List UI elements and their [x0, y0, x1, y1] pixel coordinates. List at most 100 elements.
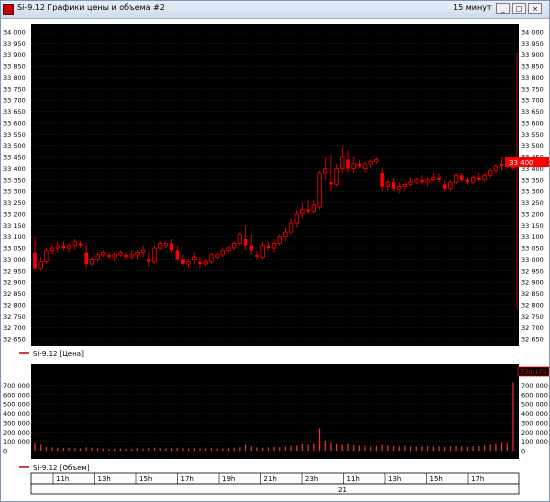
- candle-body[interactable]: [402, 183, 408, 188]
- volume-bar[interactable]: [188, 448, 190, 451]
- candle-body[interactable]: [192, 256, 197, 260]
- candle-body[interactable]: [385, 181, 390, 188]
- volume-bar[interactable]: [495, 443, 497, 452]
- volume-bar[interactable]: [279, 447, 281, 451]
- candle-body[interactable]: [465, 179, 470, 183]
- volume-bar[interactable]: [478, 445, 480, 451]
- candle-body[interactable]: [283, 231, 288, 238]
- volume-bar[interactable]: [148, 448, 150, 451]
- volume-bar[interactable]: [74, 448, 76, 451]
- candle-body[interactable]: [460, 175, 464, 180]
- candle-body[interactable]: [209, 254, 214, 263]
- volume-bar[interactable]: [324, 440, 326, 451]
- candle-body[interactable]: [220, 249, 225, 256]
- volume-bar[interactable]: [318, 428, 321, 452]
- candle-body[interactable]: [493, 165, 499, 172]
- candle-body[interactable]: [107, 254, 111, 258]
- volume-bar[interactable]: [267, 447, 269, 451]
- volume-bar[interactable]: [62, 448, 65, 451]
- candle-body[interactable]: [33, 252, 37, 269]
- candle-body[interactable]: [397, 186, 402, 190]
- volume-bar[interactable]: [506, 443, 508, 451]
- candle-body[interactable]: [471, 177, 476, 183]
- volume-bar[interactable]: [483, 445, 486, 451]
- close-button[interactable]: ×: [528, 3, 542, 14]
- candle-body[interactable]: [101, 252, 106, 256]
- chart-canvas[interactable]: 34 000 34 000 33 950 33 950 33 900 33 900 33 8…: [1, 19, 549, 501]
- volume-bar[interactable]: [114, 448, 116, 451]
- candle-body[interactable]: [158, 243, 163, 249]
- volume-panel[interactable]: [31, 364, 519, 459]
- volume-bar[interactable]: [512, 382, 514, 451]
- volume-bar[interactable]: [233, 447, 235, 451]
- volume-bar[interactable]: [347, 443, 349, 452]
- candle-body[interactable]: [317, 172, 322, 208]
- volume-bar[interactable]: [96, 448, 99, 451]
- volume-bar[interactable]: [472, 446, 474, 451]
- candle-body[interactable]: [237, 233, 243, 244]
- volume-bar[interactable]: [239, 447, 241, 451]
- volume-bar[interactable]: [108, 449, 110, 451]
- candle-body[interactable]: [351, 163, 356, 169]
- volume-bar[interactable]: [432, 446, 434, 452]
- candle-body[interactable]: [203, 261, 208, 265]
- candle-body[interactable]: [44, 249, 49, 263]
- candle-body[interactable]: [186, 261, 191, 265]
- candle-body[interactable]: [288, 222, 294, 233]
- candle-body[interactable]: [323, 168, 328, 174]
- candle-body[interactable]: [294, 213, 299, 224]
- candle-body[interactable]: [72, 240, 77, 247]
- candle-body[interactable]: [135, 252, 140, 256]
- volume-bar[interactable]: [358, 445, 360, 451]
- candle-body[interactable]: [147, 259, 151, 262]
- volume-bar[interactable]: [256, 447, 258, 451]
- candle-body[interactable]: [260, 245, 265, 258]
- candle-body[interactable]: [266, 245, 271, 249]
- volume-bar[interactable]: [301, 443, 304, 451]
- volume-bar[interactable]: [284, 446, 286, 451]
- volume-bar[interactable]: [353, 444, 355, 451]
- candle-body[interactable]: [181, 259, 185, 264]
- volume-bar[interactable]: [398, 446, 400, 451]
- candle-body[interactable]: [277, 236, 282, 244]
- candle-body[interactable]: [198, 261, 202, 264]
- minimize-button[interactable]: _: [496, 3, 510, 14]
- candle-body[interactable]: [340, 156, 345, 169]
- volume-bar[interactable]: [501, 442, 503, 451]
- candle-body[interactable]: [425, 179, 430, 183]
- volume-bar[interactable]: [34, 442, 36, 451]
- candle-body[interactable]: [95, 254, 100, 260]
- candle-body[interactable]: [163, 243, 169, 247]
- volume-bar[interactable]: [262, 447, 264, 451]
- volume-bar[interactable]: [370, 446, 372, 451]
- volume-bar[interactable]: [296, 445, 298, 451]
- candle-body[interactable]: [232, 243, 237, 249]
- volume-bar[interactable]: [176, 448, 178, 451]
- timeframe-label[interactable]: 15 минут: [453, 3, 492, 12]
- volume-bar[interactable]: [244, 444, 247, 451]
- volume-bar[interactable]: [182, 448, 184, 451]
- candle-body[interactable]: [374, 158, 379, 163]
- candle-body[interactable]: [124, 254, 128, 258]
- volume-bar[interactable]: [375, 445, 378, 451]
- volume-bar[interactable]: [250, 446, 252, 451]
- candle-body[interactable]: [249, 245, 254, 251]
- volume-bar[interactable]: [392, 445, 395, 451]
- candle-body[interactable]: [152, 247, 157, 263]
- volume-bar[interactable]: [461, 446, 463, 451]
- candle-body[interactable]: [61, 245, 66, 249]
- candle-body[interactable]: [482, 174, 487, 181]
- volume-bar[interactable]: [330, 442, 332, 451]
- volume-bar[interactable]: [159, 448, 161, 451]
- volume-bar[interactable]: [153, 447, 156, 451]
- volume-bar[interactable]: [273, 446, 275, 451]
- volume-bar[interactable]: [438, 446, 440, 451]
- candle-body[interactable]: [112, 254, 117, 258]
- volume-bar[interactable]: [222, 448, 224, 451]
- candle-body[interactable]: [477, 177, 481, 180]
- volume-bar[interactable]: [199, 448, 201, 451]
- volume-bar[interactable]: [307, 444, 309, 451]
- candle-body[interactable]: [175, 250, 180, 260]
- candle-body[interactable]: [368, 161, 373, 165]
- volume-bar[interactable]: [40, 444, 42, 451]
